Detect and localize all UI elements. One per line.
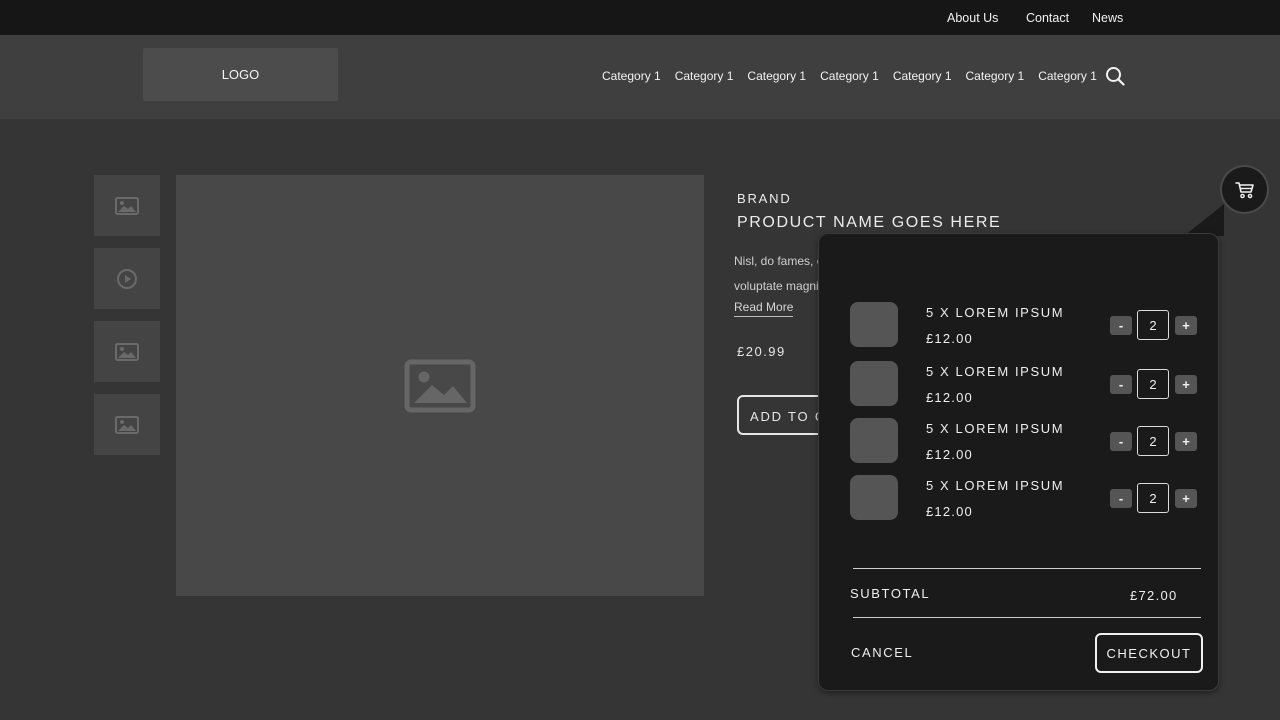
subtotal-value: £72.00 [1130, 588, 1178, 603]
divider [853, 568, 1201, 569]
subtotal-label: SUBTOTAL [850, 586, 931, 601]
play-icon [117, 268, 137, 289]
nav-category[interactable]: Category 1 [820, 69, 879, 83]
cart-item: 5 X LOREM IPSUM £12.00 - 2 + [819, 475, 1220, 525]
cart-item-price: £12.00 [926, 331, 973, 346]
cart-item-image [850, 361, 898, 406]
image-icon [115, 415, 139, 434]
cart-item-name: 5 X LOREM IPSUM [926, 478, 1065, 493]
nav-category[interactable]: Category 1 [1038, 69, 1097, 83]
product-description-line: voluptate magni [734, 279, 819, 293]
decrease-quantity-button[interactable]: - [1110, 316, 1132, 335]
increase-quantity-button[interactable]: + [1175, 375, 1197, 394]
about-us-link[interactable]: About Us [947, 11, 998, 25]
cart-item: 5 X LOREM IPSUM £12.00 - 2 + [819, 418, 1220, 468]
decrease-quantity-button[interactable]: - [1110, 489, 1132, 508]
news-link[interactable]: News [1092, 11, 1123, 25]
cart-item-name: 5 X LOREM IPSUM [926, 364, 1065, 379]
nav-category[interactable]: Category 1 [893, 69, 952, 83]
cart-item-image [850, 302, 898, 347]
increase-quantity-button[interactable]: + [1175, 489, 1197, 508]
nav-category[interactable]: Category 1 [747, 69, 806, 83]
decrease-quantity-button[interactable]: - [1110, 375, 1132, 394]
decrease-quantity-button[interactable]: - [1110, 432, 1132, 451]
cart-item: 5 X LOREM IPSUM £12.00 - 2 + [819, 361, 1220, 411]
nav-category[interactable]: Category 1 [966, 69, 1025, 83]
increase-quantity-button[interactable]: + [1175, 316, 1197, 335]
cart-item-name: 5 X LOREM IPSUM [926, 421, 1065, 436]
image-icon [115, 342, 139, 361]
cart-item-price: £12.00 [926, 390, 973, 405]
image-icon [404, 359, 476, 412]
product-price: £20.99 [737, 344, 786, 359]
quantity-field[interactable]: 2 [1137, 483, 1169, 513]
cart-icon [1234, 181, 1254, 198]
cart-item: 5 X LOREM IPSUM £12.00 - 2 + [819, 302, 1220, 352]
cart-item-price: £12.00 [926, 504, 973, 519]
cancel-button[interactable]: CANCEL [851, 645, 913, 660]
divider [853, 617, 1201, 618]
cart-item-price: £12.00 [926, 447, 973, 462]
main-product-image[interactable] [176, 175, 704, 596]
quantity-field[interactable]: 2 [1137, 426, 1169, 456]
quantity-field[interactable]: 2 [1137, 310, 1169, 340]
read-more-link[interactable]: Read More [734, 300, 794, 317]
top-bar: About Us Contact News [0, 0, 1280, 35]
product-name: PRODUCT NAME GOES HERE [737, 214, 1002, 231]
cart-item-image [850, 475, 898, 520]
image-icon [115, 196, 139, 215]
logo[interactable]: LOGO [143, 48, 338, 101]
thumbnail-image[interactable] [94, 175, 160, 236]
nav-category[interactable]: Category 1 [675, 69, 734, 83]
thumbnail-image[interactable] [94, 394, 160, 455]
main-nav: Category 1 Category 1 Category 1 Categor… [602, 69, 1111, 83]
product-description-line: Nisl, do fames, c [734, 254, 823, 268]
cart-item-name: 5 X LOREM IPSUM [926, 305, 1065, 320]
site-header: LOGO Category 1 Category 1 Category 1 Ca… [0, 35, 1280, 119]
mini-cart-panel: 5 X LOREM IPSUM £12.00 - 2 + 5 X LOREM I… [818, 233, 1219, 691]
increase-quantity-button[interactable]: + [1175, 432, 1197, 451]
nav-category[interactable]: Category 1 [602, 69, 661, 83]
cart-button[interactable] [1222, 167, 1267, 212]
search-icon[interactable] [1105, 66, 1125, 86]
thumbnail-image[interactable] [94, 321, 160, 382]
cart-item-image [850, 418, 898, 463]
contact-link[interactable]: Contact [1026, 11, 1069, 25]
product-brand: BRAND [737, 191, 792, 206]
quantity-field[interactable]: 2 [1137, 369, 1169, 399]
thumbnail-video[interactable] [94, 248, 160, 309]
checkout-button[interactable]: CHECKOUT [1095, 633, 1203, 673]
